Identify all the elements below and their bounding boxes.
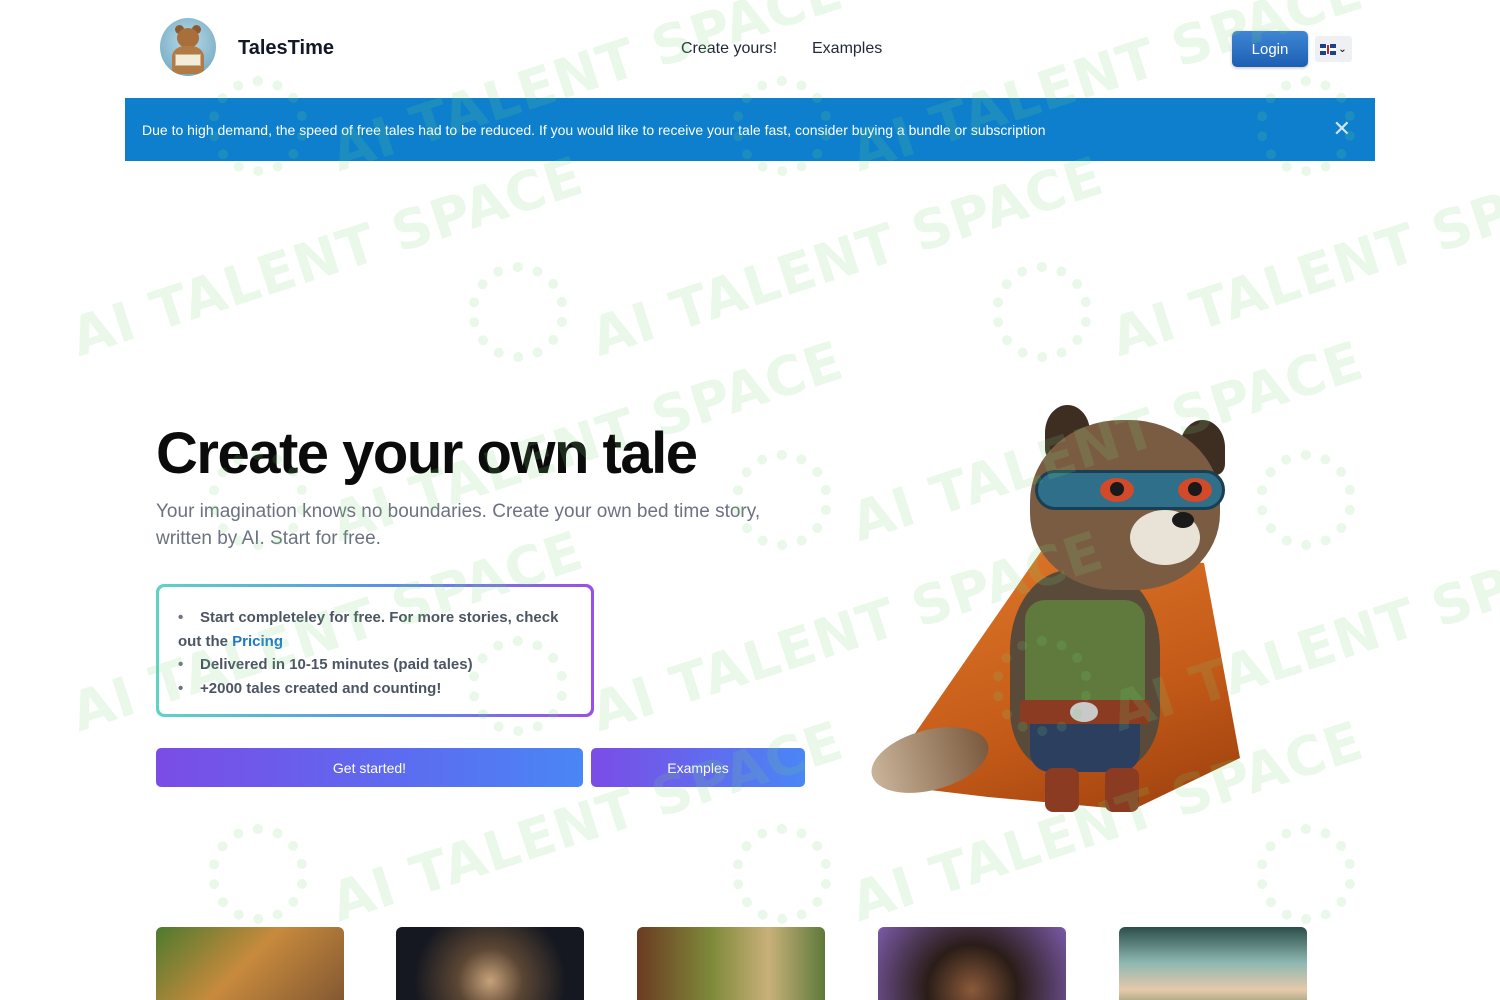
feature-item-free: • Start completeley for free. For more st… [178, 609, 559, 650]
features-box: • Start completeley for free. For more st… [156, 584, 594, 717]
watermark-logo-icon [468, 262, 568, 362]
feature-item-delivery: • Delivered in 10-15 minutes (paid tales) [178, 656, 473, 673]
notice-banner: Due to high demand, the speed of free ta… [125, 98, 1375, 161]
login-button[interactable]: Login [1232, 31, 1308, 67]
tale-thumbnail-portrait[interactable] [878, 927, 1066, 1000]
tale-thumbnail-astronaut[interactable] [396, 927, 584, 1000]
watermark-text: AI TALENT SPACE [63, 144, 591, 369]
watermark-text: AI TALENT SPACE [1103, 144, 1500, 369]
tale-thumbnail-gate[interactable] [1119, 927, 1307, 1000]
feature-item-count: • +2000 tales created and counting! [178, 679, 442, 697]
brand-name[interactable]: TalesTime [238, 37, 334, 60]
hero-subtitle: Your imagination knows no boundaries. Cr… [156, 501, 761, 549]
chevron-down-icon: ⌄ [1338, 43, 1347, 55]
language-selector[interactable]: ⌄ [1315, 36, 1352, 62]
watermark-logo-icon [732, 824, 832, 924]
uk-flag-icon [1320, 43, 1337, 55]
nav-examples[interactable]: Examples [812, 40, 882, 58]
site-header: TalesTime Create yours! Examples Login ⌄ [0, 0, 1500, 98]
nav-create-yours[interactable]: Create yours! [681, 40, 777, 58]
superhero-raccoon-illustration [860, 400, 1260, 830]
pricing-link[interactable]: Pricing [232, 633, 283, 650]
feature-count-text: +2000 tales created and counting! [200, 679, 442, 697]
close-icon[interactable]: ✕ [1333, 118, 1351, 140]
tale-thumbnail-street[interactable] [637, 927, 825, 1000]
hero-title: Create your own tale [156, 421, 698, 486]
watermark-logo-icon [992, 262, 1092, 362]
examples-button[interactable]: Examples [591, 748, 805, 787]
banner-message: Due to high demand, the speed of free ta… [142, 121, 1046, 138]
brand-logo[interactable] [160, 18, 216, 76]
tale-thumbnail-monkey[interactable] [156, 927, 344, 1000]
watermark-logo-icon [1256, 450, 1356, 550]
watermark-text: AI TALENT SPACE [323, 709, 851, 934]
watermark-logo-icon [208, 824, 308, 924]
get-started-button[interactable]: Get started! [156, 748, 583, 787]
watermark-text: AI TALENT SPACE [583, 144, 1111, 369]
watermark-logo-icon [1256, 824, 1356, 924]
feature-delivery-text: Delivered in 10-15 minutes (paid tales) [200, 656, 473, 673]
features-list: • Start completeley for free. For more st… [178, 606, 573, 700]
